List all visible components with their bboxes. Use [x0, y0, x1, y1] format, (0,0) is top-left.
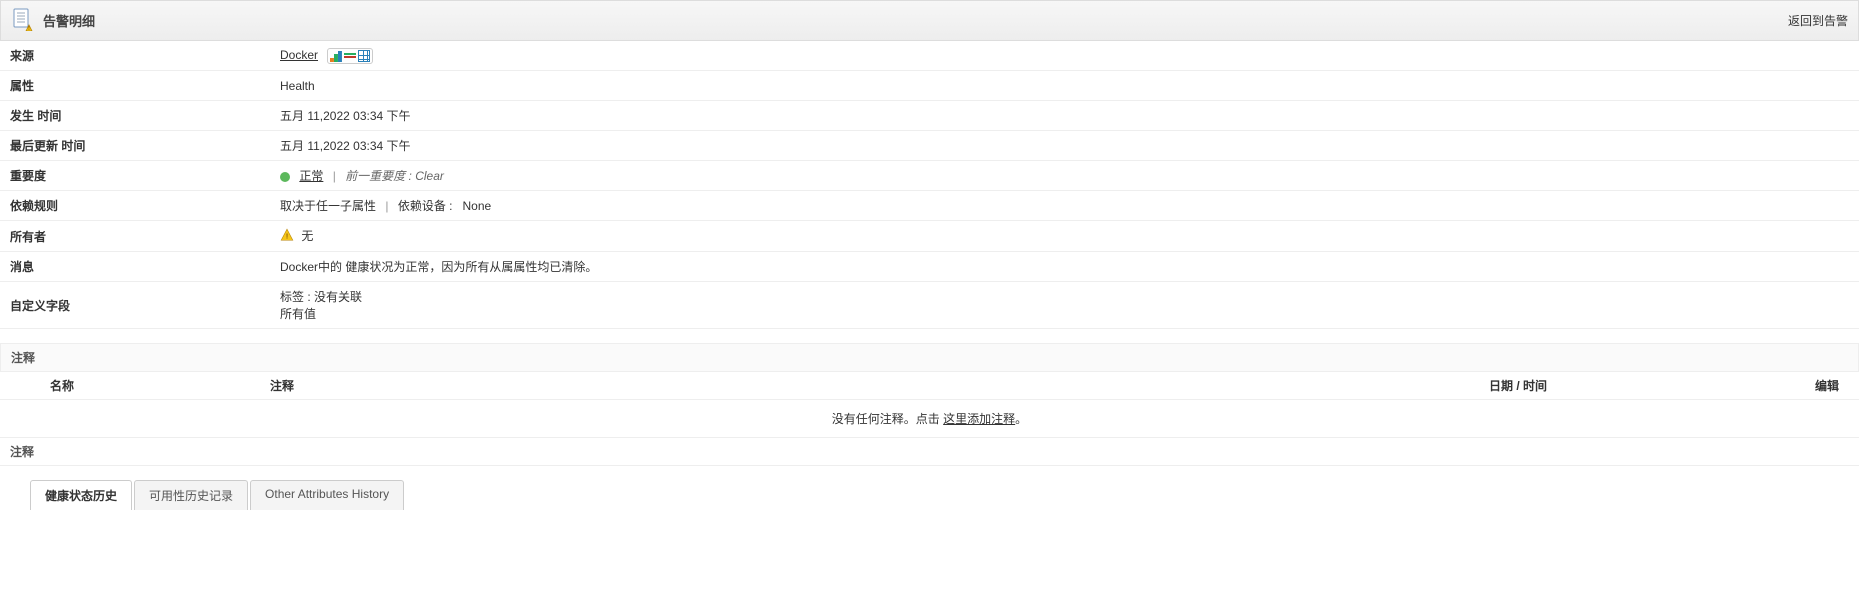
source-value: Docker	[270, 41, 1859, 71]
severity-link[interactable]: 正常	[299, 169, 323, 183]
header-left: ! 告警明细	[11, 7, 95, 34]
all-values-link[interactable]: 所有值	[280, 307, 316, 321]
separator: |	[385, 199, 388, 213]
tab-availability-history[interactable]: 可用性历史记录	[134, 480, 248, 510]
svg-text:!: !	[286, 234, 288, 241]
alarm-details-table: 来源 Docker 属性 Health 发生 时间 五月 11,2022 03:…	[0, 41, 1859, 329]
custom-tag-label: 标签 :	[280, 290, 311, 304]
updated-label: 最后更新 时间	[0, 131, 270, 161]
source-link[interactable]: Docker	[280, 48, 318, 62]
severity-label: 重要度	[0, 161, 270, 191]
history-tabs: 健康状态历史 可用性历史记录 Other Attributes History	[30, 480, 1859, 510]
message-label: 消息	[0, 252, 270, 282]
page-title: 告警明细	[43, 11, 95, 30]
annotation-columns-header: 名称 注释 日期 / 时间 编辑	[0, 372, 1859, 400]
col-name: 名称	[10, 377, 270, 394]
tab-health-history[interactable]: 健康状态历史	[30, 480, 132, 510]
col-datetime: 日期 / 时间	[1489, 377, 1789, 394]
message-value: Docker中的 健康状况为正常，因为所有从属属性均已清除。	[270, 252, 1859, 282]
add-annotation-link[interactable]: 这里添加注释	[943, 412, 1015, 426]
owner-value: ! 无	[270, 221, 1859, 252]
dependency-value: 取决于任一子属性 | 依赖设备 : None	[270, 191, 1859, 221]
chart-icons-button[interactable]	[327, 48, 373, 64]
status-ok-icon	[280, 172, 290, 182]
annotation-section-title: 注释	[0, 343, 1859, 372]
occurred-value: 五月 11,2022 03:34 下午	[270, 101, 1859, 131]
custom-label: 自定义字段	[0, 282, 270, 329]
attribute-value: Health	[270, 71, 1859, 101]
owner-label: 所有者	[0, 221, 270, 252]
col-edit: 编辑	[1789, 377, 1849, 394]
dependency-device-value: None	[463, 199, 492, 213]
warning-icon: !	[280, 228, 294, 245]
alarm-detail-icon: !	[11, 7, 35, 34]
bar-chart-icon	[330, 50, 342, 62]
line-chart-icon	[344, 50, 356, 62]
col-annotation: 注释	[270, 377, 1489, 394]
empty-prefix: 没有任何注释。点击	[832, 412, 940, 426]
owner-text: 无	[301, 229, 313, 243]
back-to-alarms-link[interactable]: 返回到告警	[1788, 12, 1848, 29]
annotation-empty-row: 没有任何注释。点击 这里添加注释。	[0, 400, 1859, 437]
prev-severity-value: Clear	[415, 169, 444, 183]
source-label: 来源	[0, 41, 270, 71]
dependency-device-label: 依赖设备 :	[398, 199, 453, 213]
empty-suffix: 。	[1015, 412, 1027, 426]
tab-other-attributes-history[interactable]: Other Attributes History	[250, 480, 404, 510]
table-icon	[358, 50, 370, 62]
occurred-label: 发生 时间	[0, 101, 270, 131]
custom-tag-value: 没有关联	[314, 290, 362, 304]
prev-severity-label: 前一重要度 :	[345, 169, 412, 183]
alarm-details-header: ! 告警明细 返回到告警	[0, 0, 1859, 41]
dependency-rule-text: 取决于任一子属性	[280, 199, 376, 213]
severity-value: 正常 | 前一重要度 : Clear	[270, 161, 1859, 191]
attribute-label: 属性	[0, 71, 270, 101]
custom-value: 标签 : 没有关联 所有值	[270, 282, 1859, 329]
separator: |	[333, 169, 336, 183]
dependency-label: 依赖规则	[0, 191, 270, 221]
updated-value: 五月 11,2022 03:34 下午	[270, 131, 1859, 161]
annotation-section-title-2: 注释	[0, 437, 1859, 466]
